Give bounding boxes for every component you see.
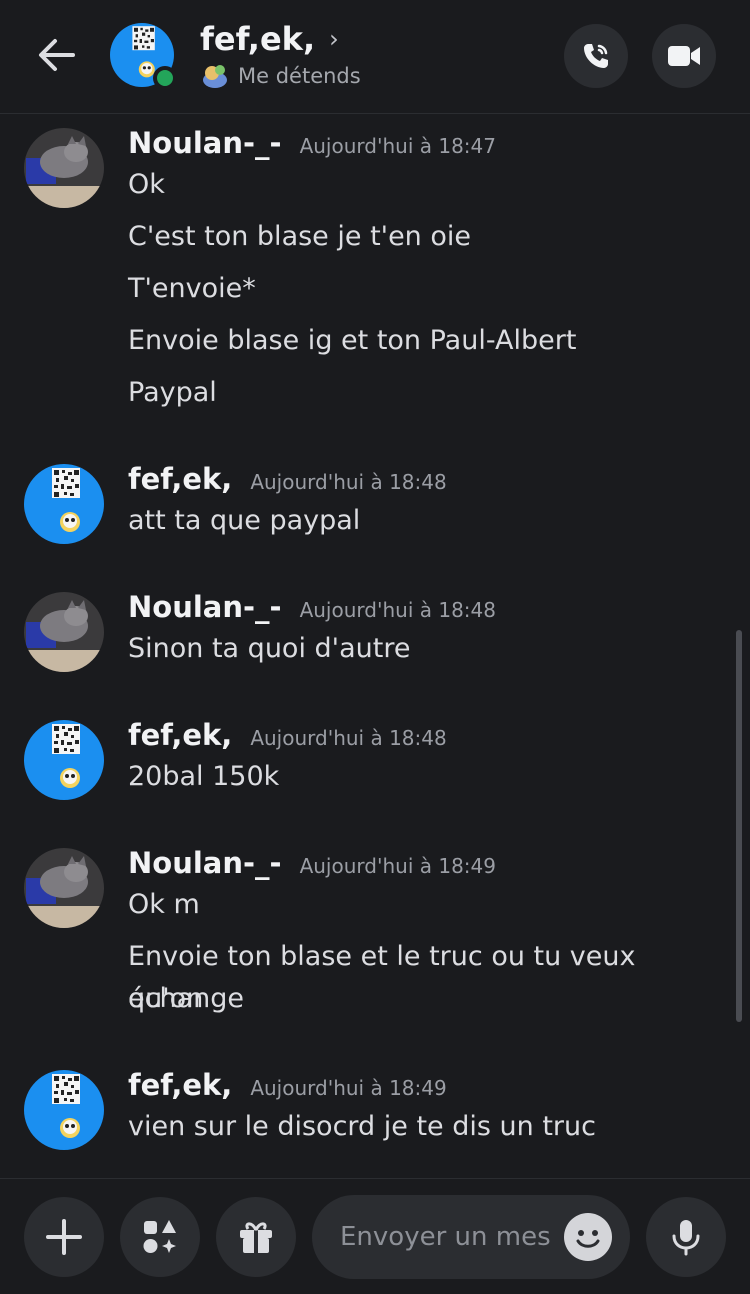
message-author[interactable]: Noulan-_- [128,126,282,160]
message-text[interactable]: Sinon ta quoi d'autre [128,628,718,670]
message-header: Noulan-_- Aujourd'hui à 18:48 [128,590,496,624]
custom-status: Me détends [200,62,361,90]
message-timestamp: Aujourd'hui à 18:48 [250,470,447,494]
emoji-icon [576,1230,600,1248]
avatar[interactable] [24,128,104,208]
message-timestamp: Aujourd'hui à 18:49 [250,1076,447,1100]
message-text[interactable]: Ok m [128,884,718,926]
message-text[interactable]: att ta que paypal [128,500,718,542]
online-status-indicator [153,66,177,90]
chat-header: fef,ek, › Me détends [0,0,750,114]
back-button[interactable] [30,28,84,82]
message-header: fef,ek, Aujourd'hui à 18:49 [128,1068,447,1102]
video-camera-icon [668,46,700,66]
status-emoji-icon [203,65,227,88]
video-call-button[interactable] [652,24,716,88]
composer-bar [0,1178,750,1294]
message-text[interactable]: 20bal 150k [128,756,718,798]
message-header: Noulan-_- Aujourd'hui à 18:49 [128,846,496,880]
message-header: fef,ek, Aujourd'hui à 18:48 [128,462,447,496]
header-username: fef,ek, [200,20,316,58]
avatar[interactable] [24,720,104,800]
apps-icon [143,1220,176,1253]
status-text: Me détends [238,64,361,88]
message-text[interactable]: Ok [128,164,718,206]
message-timestamp: Aujourd'hui à 18:48 [250,726,447,750]
avatar[interactable] [24,848,104,928]
message-timestamp: Aujourd'hui à 18:47 [299,134,496,158]
message-author[interactable]: fef,ek, [128,1068,232,1102]
phone-call-icon [584,44,608,68]
plus-icon [46,1219,82,1255]
attach-button[interactable] [24,1197,104,1277]
message-text[interactable]: vien sur le disocrd je te dis un truc [128,1106,718,1148]
message-text[interactable]: C'est ton blase je t'en oie [128,216,718,258]
gift-button[interactable] [216,1197,296,1277]
avatar[interactable] [24,592,104,672]
scrollbar[interactable] [736,630,742,1022]
avatar[interactable] [24,1070,104,1150]
microphone-icon [672,1220,700,1256]
message-text[interactable]: Envoie blase ig et ton Paul-Albert [128,320,718,362]
message-author[interactable]: Noulan-_- [128,846,282,880]
avatar[interactable] [24,464,104,544]
chevron-right-icon: › [329,25,339,53]
emoji-button[interactable] [564,1213,612,1261]
apps-button[interactable] [120,1197,200,1277]
gift-icon [240,1222,272,1253]
call-button[interactable] [564,24,628,88]
voice-message-button[interactable] [646,1197,726,1277]
message-timestamp: Aujourd'hui à 18:49 [299,854,496,878]
message-author[interactable]: Noulan-_- [128,590,282,624]
message-text[interactable]: Paypal [128,372,718,414]
message-header: Noulan-_- Aujourd'hui à 18:47 [128,126,496,160]
message-author[interactable]: fef,ek, [128,718,232,752]
message-text[interactable]: T'envoie* [128,268,718,310]
message-text[interactable]: échange [128,978,718,1020]
arrow-left-icon [39,39,75,71]
message-input-container[interactable] [312,1195,630,1279]
message-input[interactable] [340,1215,560,1259]
message-author[interactable]: fef,ek, [128,462,232,496]
message-header: fef,ek, Aujourd'hui à 18:48 [128,718,447,752]
message-timestamp: Aujourd'hui à 18:48 [299,598,496,622]
channel-title[interactable]: fef,ek, › [200,20,339,58]
message-list[interactable]: Noulan-_- Aujourd'hui à 18:47 Ok C'est t… [0,114,750,1178]
